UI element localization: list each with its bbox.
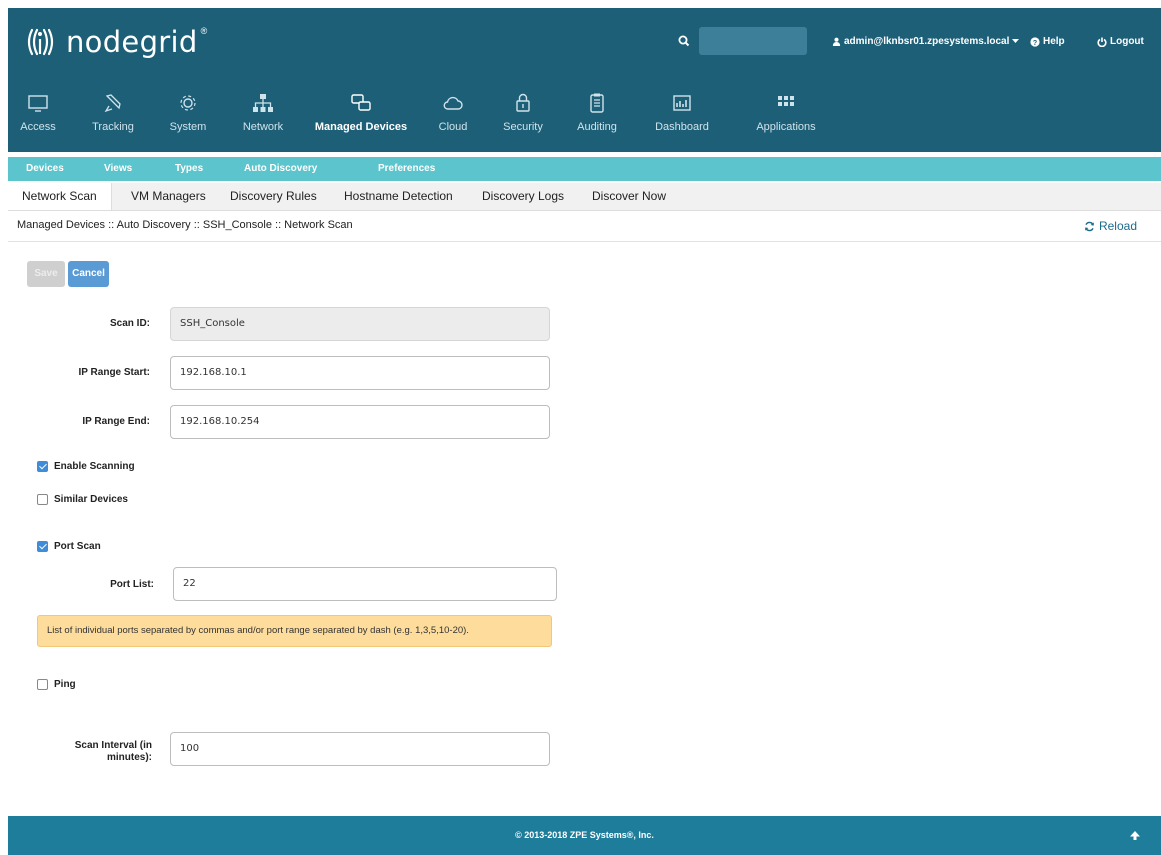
port-list-hint: List of individual ports separated by co… [37, 615, 552, 647]
help-label: Help [1043, 36, 1065, 47]
tab-discover-now[interactable]: Discover Now [592, 183, 666, 210]
checkbox-unchecked[interactable] [37, 679, 48, 690]
reload-button[interactable]: Reload [1084, 219, 1137, 233]
user-name: admin@lknbsr01.zpesystems.local [844, 36, 1010, 47]
ping-checkbox[interactable]: Ping [37, 679, 76, 690]
nav-network[interactable]: Network [237, 88, 289, 144]
checkbox-checked[interactable] [37, 461, 48, 472]
logout-link[interactable]: Logout [1097, 36, 1144, 47]
nav-label: Security [503, 121, 543, 133]
nav-applications[interactable]: Applications [746, 88, 826, 144]
port-scan-label: Port Scan [54, 541, 101, 552]
gear-icon [180, 95, 196, 111]
cloud-icon [443, 96, 463, 110]
subtab-views[interactable]: Views [104, 157, 132, 181]
lock-icon [516, 93, 530, 112]
auto-discovery-tabs: Network Scan VM Managers Discovery Rules… [8, 183, 1161, 211]
nodegrid-logo-icon [27, 28, 54, 56]
copyright: © 2013-2018 ZPE Systems®, Inc. [515, 830, 654, 840]
save-button[interactable]: Save [27, 261, 65, 287]
nav-auditing[interactable]: Auditing [572, 88, 622, 144]
enable-scanning-label: Enable Scanning [54, 461, 135, 472]
monitor-icon [28, 95, 48, 112]
ip-range-start-label: IP Range Start: [78, 367, 151, 378]
tab-discovery-rules[interactable]: Discovery Rules [230, 183, 317, 210]
logo[interactable]: nodegrid ® [20, 22, 207, 62]
app-header: nodegrid ® admin@lknbsr01.zpesystems.loc… [8, 8, 1161, 152]
reload-label: Reload [1098, 219, 1137, 233]
subtab-auto-discovery[interactable]: Auto Discovery [235, 155, 326, 181]
network-icon [253, 94, 273, 112]
breadcrumb-bar: Managed Devices :: Auto Discovery :: SSH… [8, 211, 1161, 242]
nav-label: Managed Devices [314, 121, 408, 133]
subtab-types[interactable]: Types [175, 157, 203, 181]
port-list-field[interactable]: 22 [173, 567, 557, 601]
user-menu[interactable]: admin@lknbsr01.zpesystems.local [832, 36, 1020, 47]
scan-interval-field[interactable]: 100 [170, 732, 550, 766]
nav-system[interactable]: System [165, 88, 211, 144]
port-scan-checkbox[interactable]: Port Scan [37, 541, 101, 552]
brand-name: nodegrid [66, 25, 198, 59]
subtab-preferences[interactable]: Preferences [378, 157, 435, 181]
svg-text:?: ? [1033, 40, 1037, 47]
help-link[interactable]: ? Help [1030, 36, 1065, 47]
arrow-up-icon[interactable] [1129, 829, 1141, 841]
nav-label: Applications [756, 121, 816, 133]
similar-devices-label: Similar Devices [54, 494, 128, 505]
nav-label: System [169, 121, 207, 133]
footer: © 2013-2018 ZPE Systems®, Inc. [8, 816, 1161, 855]
tab-vm-managers[interactable]: VM Managers [131, 183, 206, 210]
help-icon: ? [1030, 36, 1040, 47]
nav-dashboard[interactable]: Dashboard [651, 88, 713, 144]
nav-label: Dashboard [655, 121, 709, 133]
user-icon [832, 37, 841, 46]
scan-interval-label: Scan Interval (in minutes): [50, 740, 152, 764]
top-bar: nodegrid ® admin@lknbsr01.zpesystems.loc… [8, 8, 1161, 78]
nav-managed-devices[interactable]: Managed Devices [314, 88, 408, 144]
refresh-icon [1085, 221, 1094, 231]
ping-label: Ping [54, 679, 76, 690]
scan-interval-label-line2: minutes): [107, 752, 152, 763]
section-subtabs: Devices Views Types Auto Discovery Prefe… [8, 155, 1161, 181]
brand-reg: ® [200, 26, 208, 36]
port-list-label: Port List: [110, 579, 154, 590]
logout-label: Logout [1110, 36, 1144, 47]
cancel-button[interactable]: Cancel [68, 261, 109, 287]
breadcrumb: Managed Devices :: Auto Discovery :: SSH… [17, 219, 353, 231]
checkbox-checked[interactable] [37, 541, 48, 552]
nav-tracking[interactable]: Tracking [90, 88, 136, 144]
ip-range-end-label: IP Range End: [82, 416, 150, 427]
scan-interval-label-line1: Scan Interval (in [74, 740, 152, 751]
nav-label: Auditing [577, 121, 617, 133]
grid-icon [778, 96, 794, 106]
nav-label: Cloud [438, 121, 468, 133]
enable-scanning-checkbox[interactable]: Enable Scanning [37, 461, 135, 472]
ip-range-end-field[interactable]: 192.168.10.254 [170, 405, 550, 439]
nav-label: Network [242, 121, 284, 133]
tab-hostname-detection[interactable]: Hostname Detection [344, 183, 453, 210]
nav-label: Tracking [92, 121, 134, 133]
main-nav: Access Tracking System Network Managed D… [8, 88, 1161, 144]
similar-devices-checkbox[interactable]: Similar Devices [37, 494, 128, 505]
caret-down-icon [1012, 39, 1020, 43]
scan-id-label: Scan ID: [109, 318, 150, 329]
search-icon[interactable] [677, 34, 691, 48]
nav-security[interactable]: Security [499, 88, 547, 144]
subtab-devices[interactable]: Devices [26, 157, 64, 181]
nav-access[interactable]: Access [18, 88, 58, 144]
devices-icon [351, 94, 371, 111]
power-icon [1097, 37, 1107, 47]
nav-cloud[interactable]: Cloud [433, 88, 473, 144]
tab-network-scan[interactable]: Network Scan [8, 183, 112, 210]
ip-range-start-field[interactable]: 192.168.10.1 [170, 356, 550, 390]
checkbox-unchecked[interactable] [37, 494, 48, 505]
chart-icon [673, 95, 691, 111]
search-input[interactable] [699, 27, 807, 55]
tab-discovery-logs[interactable]: Discovery Logs [482, 183, 564, 210]
scan-id-field: SSH_Console [170, 307, 550, 341]
clipboard-icon [590, 93, 604, 113]
satellite-icon [104, 94, 121, 113]
nav-label: Access [20, 121, 56, 133]
